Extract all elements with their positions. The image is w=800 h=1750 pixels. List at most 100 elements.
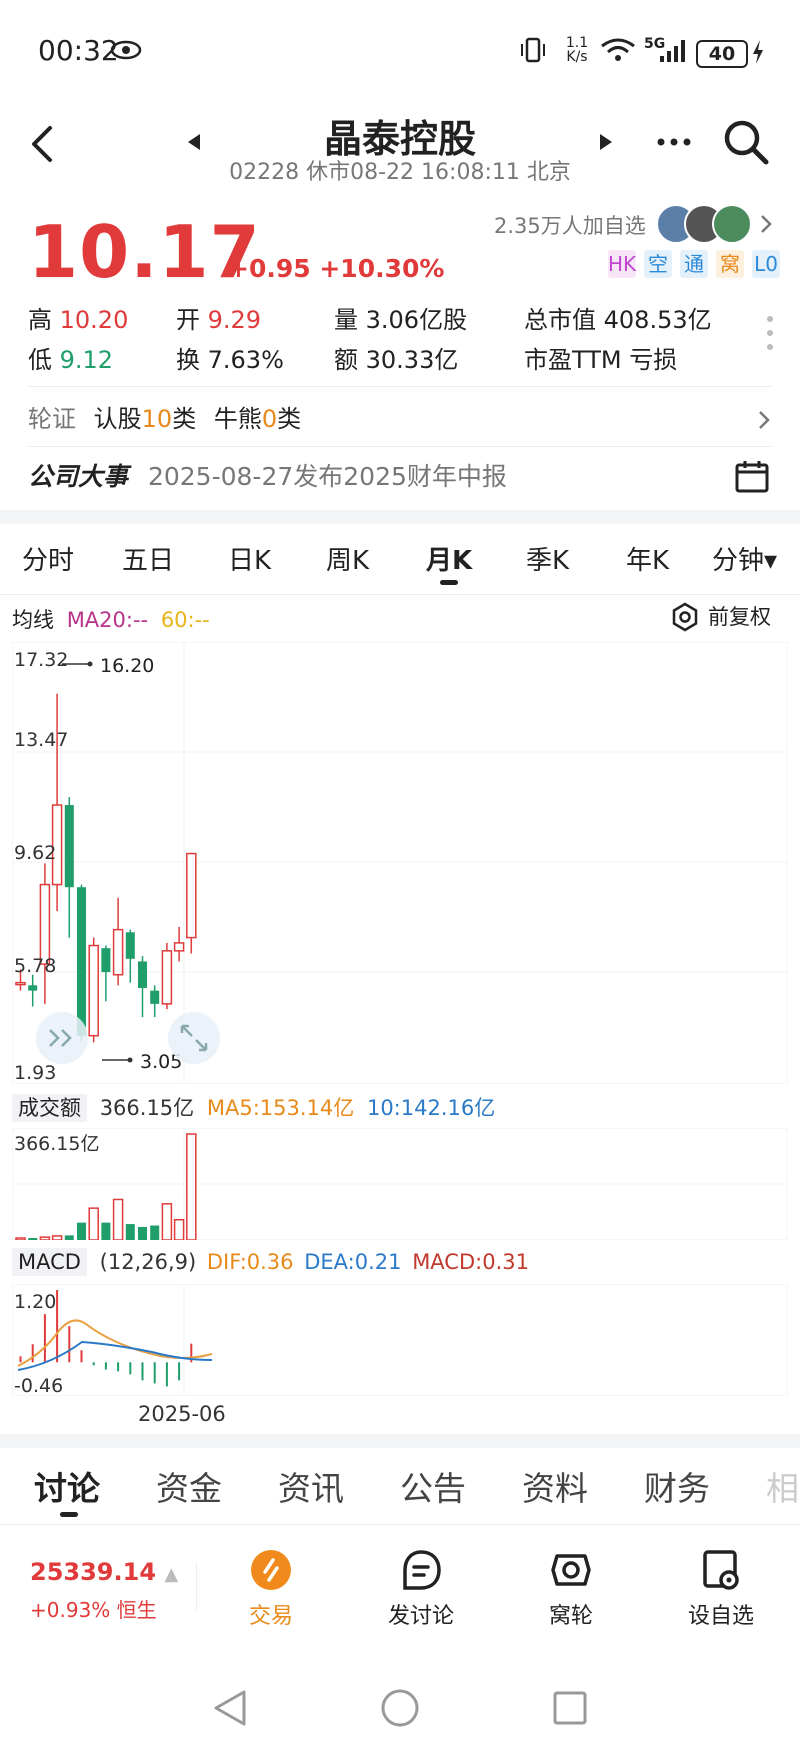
nav-add-watchlist[interactable]: 设自选 [666, 1548, 776, 1630]
follower-avatars[interactable] [656, 204, 752, 244]
volume-bar [150, 1225, 160, 1240]
kline-chart[interactable]: 17.32 13.47 9.62 5.78 1.93 16.20 3.05 [12, 642, 788, 1084]
volume-bar [186, 1133, 197, 1240]
volume-axis-label: 366.15亿 [14, 1133, 99, 1155]
candle [125, 929, 135, 983]
stat-low: 低 9.12 [28, 340, 113, 375]
volume-bar [77, 1222, 86, 1240]
macd-axis-top: 1.20 [14, 1291, 56, 1313]
last-price: 10.17 [28, 210, 261, 294]
macd-chart[interactable]: 1.20 -0.46 [12, 1284, 788, 1396]
call-warrants-label: 认股 [93, 405, 142, 433]
candle [150, 985, 160, 1018]
clock: 00:32 [38, 34, 119, 67]
tab-daily-k[interactable]: 日K [228, 540, 271, 577]
stock-code: 02228 [229, 160, 300, 185]
scroll-left-button[interactable] [36, 1012, 88, 1064]
candle [161, 942, 173, 1010]
tab-financials[interactable]: 财务 [644, 1462, 710, 1510]
calendar-icon[interactable] [734, 458, 770, 494]
signal-icon [660, 40, 685, 62]
company-event-row[interactable]: 公司大事 2025-08-27发布2025财年中报 [28, 452, 772, 502]
tab-news[interactable]: 资讯 [278, 1462, 344, 1510]
nav-trade[interactable]: 交易 [216, 1548, 326, 1630]
candle [88, 937, 99, 1043]
tab-announcements[interactable]: 公告 [400, 1462, 466, 1510]
tab-five-day[interactable]: 五日 [122, 540, 174, 577]
index-change: +0.93% [30, 1598, 111, 1622]
warrants-row[interactable]: 轮证 认股10类 牛熊0类 [28, 396, 772, 442]
stat-label: 总市值 [524, 306, 596, 334]
back-icon[interactable] [28, 124, 56, 164]
stat-label: 高 [28, 306, 52, 334]
call-warrants-count: 10 [141, 405, 173, 433]
price-value: 10.17 [28, 210, 261, 294]
volume-bar [138, 1226, 147, 1240]
stat-pe: 市盈TTM 亏损 [524, 340, 677, 375]
volume-bar [15, 1237, 26, 1240]
back-triangle-icon[interactable] [212, 1688, 248, 1728]
tab-yearly-k[interactable]: 年K [626, 540, 669, 577]
tab-related[interactable]: 相 [766, 1462, 799, 1510]
candle [64, 797, 74, 938]
event-title: 公司大事 [28, 462, 129, 491]
tab-quarterly-k[interactable]: 季K [526, 540, 569, 577]
dif-line [17, 1319, 213, 1367]
stat-label: 换 [176, 346, 200, 374]
stat-value: 10.20 [59, 306, 129, 334]
fullscreen-button[interactable] [168, 1012, 220, 1064]
tab-monthly-k[interactable]: 月K [426, 540, 472, 577]
stat-high: 高 10.20 [28, 300, 128, 335]
tab-discussion[interactable]: 讨论 [34, 1462, 100, 1510]
stat-value: 9.12 [59, 346, 114, 374]
y-tick: 13.47 [14, 729, 68, 751]
stat-value: 7.63% [207, 346, 284, 374]
macd-label[interactable]: MACD [12, 1248, 87, 1276]
stat-value: 9.29 [207, 306, 262, 334]
volume-bar [28, 1238, 38, 1240]
volume-bar [51, 1235, 63, 1240]
divider [28, 446, 772, 447]
divider [0, 1524, 800, 1525]
bottom-bar: 25339.14 ▲ +0.93% 恒生 交易 发讨论 窝轮 设自选 [0, 1526, 800, 1656]
macd-params: (12,26,9) [99, 1250, 197, 1274]
tab-timeshare[interactable]: 分时 [22, 540, 74, 577]
chevron-right-icon[interactable] [758, 212, 774, 236]
market-status: 休市08-22 16:08:11 北京 [306, 160, 571, 185]
index-ticker[interactable]: 25339.14 ▲ +0.93% 恒生 [30, 1558, 178, 1623]
net-speed: 1.1 K/s [565, 35, 589, 65]
stat-label: 量 [334, 306, 358, 334]
candle [173, 926, 185, 962]
more-icon[interactable] [656, 136, 692, 148]
search-icon[interactable] [722, 118, 770, 166]
home-circle-icon[interactable] [380, 1688, 420, 1728]
stat-label: 额 [334, 346, 358, 374]
trade-icon [251, 1550, 291, 1590]
tab-minute[interactable]: 分钟▾ [712, 540, 777, 577]
tab-profile[interactable]: 资料 [522, 1462, 588, 1510]
nav-post[interactable]: 发讨论 [366, 1548, 476, 1630]
price-change: +0.95 +10.30% [228, 254, 444, 283]
stat-market-cap: 总市值 408.53亿 [524, 300, 712, 335]
tag-short: 空 [644, 250, 672, 278]
expand-stats-icon[interactable] [765, 314, 775, 354]
volume-bar [64, 1235, 74, 1240]
tab-capital[interactable]: 资金 [156, 1462, 222, 1510]
tab-weekly-k[interactable]: 周K [326, 540, 369, 577]
candle [77, 884, 86, 1041]
candle [138, 956, 147, 1018]
eye-icon [110, 40, 142, 60]
high-label: 16.20 [100, 655, 154, 677]
volume-label[interactable]: 成交额 [12, 1094, 87, 1122]
tag-connect: 通 [680, 250, 708, 278]
nav-label: 设自选 [687, 1604, 754, 1629]
next-stock-icon[interactable] [598, 132, 614, 152]
nav-warrants[interactable]: 窝轮 [516, 1548, 626, 1630]
volume-chart[interactable]: 366.15亿 [12, 1128, 788, 1240]
active-tab-indicator [440, 580, 458, 585]
adjust-toggle[interactable]: 前复权 [670, 602, 771, 632]
candle [112, 897, 124, 986]
macd-dif: DIF:0.36 [206, 1250, 294, 1274]
recents-square-icon[interactable] [552, 1690, 588, 1726]
candle [51, 693, 63, 912]
